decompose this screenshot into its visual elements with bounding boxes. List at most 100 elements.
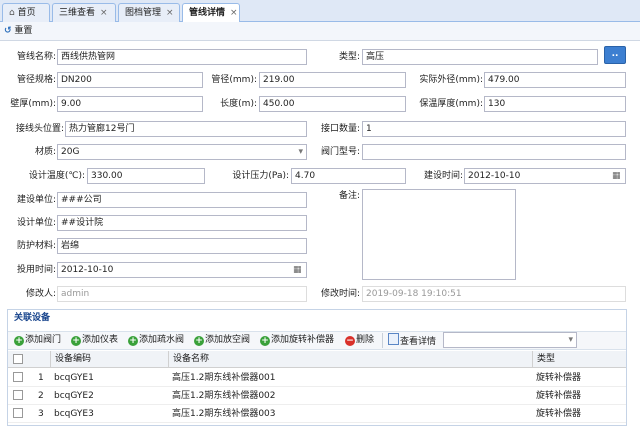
spec-field[interactable]: DN200 [57, 72, 203, 88]
detail-select[interactable] [443, 332, 577, 348]
document-icon [388, 333, 399, 345]
length-field[interactable]: 450.00 [259, 96, 406, 112]
type-label: 类型: [338, 52, 360, 62]
design-pressure-field[interactable]: 4.70 [291, 168, 406, 184]
button-label: 添加阀门 [25, 335, 62, 345]
wall-thickness-field[interactable]: 9.00 [57, 96, 203, 112]
design-unit-label: 设计单位: [16, 218, 56, 228]
add-icon: + [71, 336, 81, 346]
tab-pipeline-detail[interactable]: 管线详情 × [182, 3, 240, 23]
add-drain-valve-button[interactable]: + 添加疏水阀 [128, 333, 184, 348]
related-equipment-title: 关联设备 [14, 313, 51, 323]
build-time-value: 2012-10-10 [468, 171, 521, 181]
column-header-name[interactable]: 设备名称 [168, 351, 532, 368]
column-header-type[interactable]: 类型 [532, 351, 616, 368]
commission-time-field[interactable]: 2012-10-10 ▦ [57, 262, 307, 278]
add-vent-valve-button[interactable]: + 添加放空阀 [194, 333, 250, 348]
undo-icon: ↺ [4, 26, 12, 36]
calendar-icon[interactable]: ▦ [612, 170, 623, 182]
equipment-type: 旋转补偿器 [536, 409, 582, 419]
tab-label: 管线详情 [189, 8, 226, 18]
remark-textarea[interactable] [362, 189, 516, 280]
modify-time-label: 修改时间: [320, 289, 360, 299]
design-temperature-field[interactable]: 330.00 [87, 168, 205, 184]
pipe-name-label: 管线名称: [16, 52, 56, 62]
material-select[interactable]: 20G [57, 144, 307, 160]
diameter-field[interactable]: 219.00 [259, 72, 406, 88]
button-label: 添加疏水阀 [139, 335, 185, 345]
build-time-field[interactable]: 2012-10-10 ▦ [464, 168, 626, 184]
row-number: 1 [38, 373, 44, 383]
commission-time-label: 投用时间: [16, 265, 56, 275]
add-icon: + [260, 336, 270, 346]
insulation-thickness-field[interactable]: 130 [484, 96, 626, 112]
close-icon[interactable]: × [100, 8, 108, 18]
joint-position-label: 接线头位置: [15, 124, 64, 134]
modify-time-field: 2019-09-18 19:10:51 [362, 286, 626, 302]
column-header-code[interactable]: 设备编码 [50, 351, 168, 368]
add-valve-button[interactable]: + 添加阀门 [14, 333, 61, 348]
select-all-checkbox[interactable] [13, 354, 23, 364]
row-checkbox[interactable] [13, 372, 23, 382]
table-row[interactable]: 3 bcqGYE3 高压1.2期东线补偿器003 旋转补偿器 [8, 405, 626, 423]
add-meter-button[interactable]: + 添加仪表 [71, 333, 118, 348]
spec-label: 管径规格: [16, 75, 56, 85]
design-pressure-label: 设计压力(Pa): [232, 171, 289, 181]
tab-label: 图档管理 [125, 8, 162, 18]
type-field[interactable]: 高压 [362, 49, 598, 65]
table-row[interactable]: 1 bcqGYE1 高压1.2期东线补偿器001 旋转补偿器 [8, 369, 626, 387]
valve-model-label: 阀门型号: [320, 147, 360, 157]
tab-label: 三维查看 [59, 8, 96, 18]
table-row[interactable]: 2 bcqGYE2 高压1.2期东线补偿器002 旋转补偿器 [8, 387, 626, 405]
equipment-name: 高压1.2期东线补偿器002 [172, 391, 276, 401]
equipment-code: bcqGYE1 [54, 373, 94, 383]
protective-material-field[interactable]: 岩绵 [57, 238, 307, 254]
diameter-label: 管径(mm): [211, 75, 257, 85]
protective-material-label: 防护材料: [16, 241, 56, 251]
equipment-name: 高压1.2期东线补偿器001 [172, 373, 276, 383]
joint-position-field[interactable]: 热力管廊12号门 [65, 121, 307, 137]
close-icon[interactable]: × [166, 8, 174, 18]
button-label: 添加旋转补偿器 [271, 335, 335, 345]
outer-diameter-field[interactable]: 479.00 [484, 72, 626, 88]
equipment-code: bcqGYE2 [54, 391, 94, 401]
view-details-button[interactable]: 查看详情 [388, 333, 436, 348]
button-label: 删除 [356, 335, 375, 345]
material-label: 材质: [34, 147, 56, 157]
build-time-label: 建设时间: [423, 171, 463, 181]
row-checkbox[interactable] [13, 390, 23, 400]
remark-label: 备注: [338, 191, 360, 201]
outer-diameter-label: 实际外径(mm): [419, 75, 483, 85]
insulation-thickness-label: 保温厚度(mm): [419, 99, 483, 109]
design-temperature-label: 设计温度(℃): [28, 171, 85, 181]
equipment-type: 旋转补偿器 [536, 373, 582, 383]
tab-document-management[interactable]: 图档管理 × [118, 3, 180, 22]
build-unit-field[interactable]: ###公司 [57, 192, 307, 208]
reset-button[interactable]: ↺ 重置 [4, 24, 32, 39]
delete-icon: − [345, 336, 355, 346]
material-value: 20G [61, 147, 80, 157]
tab-label: 首页 [17, 8, 36, 18]
valve-model-field[interactable] [362, 144, 626, 160]
build-unit-label: 建设单位: [16, 195, 56, 205]
toolbar [0, 22, 640, 41]
home-icon: ⌂ [9, 8, 15, 18]
tab-home[interactable]: ⌂ 首页 [2, 3, 50, 22]
button-label: 添加放空阀 [205, 335, 251, 345]
tab-3d-view[interactable]: 三维查看 × [52, 3, 116, 22]
button-label: 查看详情 [400, 337, 437, 347]
toolbar-separator [382, 333, 383, 348]
wall-thickness-label: 壁厚(mm): [10, 99, 56, 109]
calendar-icon[interactable]: ▦ [293, 264, 304, 276]
row-checkbox[interactable] [13, 408, 23, 418]
close-icon[interactable]: × [230, 8, 238, 18]
design-unit-field[interactable]: ##设计院 [57, 215, 307, 231]
add-rotary-compensator-button[interactable]: + 添加旋转补偿器 [260, 333, 334, 348]
length-label: 长度(m): [220, 99, 257, 109]
row-number: 3 [38, 409, 44, 419]
equipment-code: bcqGYE3 [54, 409, 94, 419]
more-button[interactable]: .. [604, 46, 626, 64]
pipe-name-field[interactable]: 西线供热管网 [57, 49, 307, 65]
port-count-field[interactable]: 1 [362, 121, 626, 137]
delete-button[interactable]: − 删除 [345, 333, 374, 348]
